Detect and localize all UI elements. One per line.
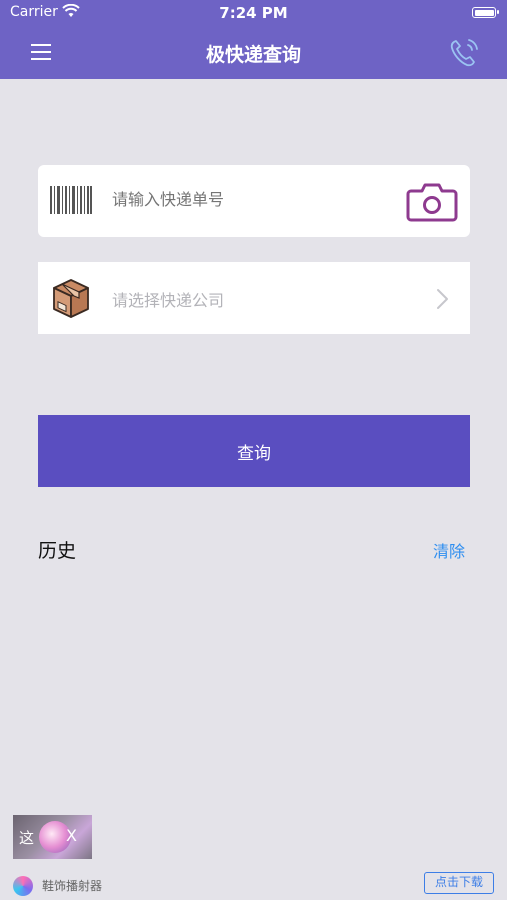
ad-app-logo-icon xyxy=(13,876,33,896)
ad-app-name: 鞋饰播射器 xyxy=(42,879,103,893)
history-title: 历史 xyxy=(38,540,77,562)
ad-close-button[interactable]: X xyxy=(66,826,77,845)
status-bar: Carrier 7:24 PM xyxy=(0,0,507,26)
tracking-number-input[interactable] xyxy=(112,190,392,209)
query-button[interactable]: 查询 xyxy=(38,415,470,487)
camera-icon[interactable] xyxy=(406,181,458,223)
battery-icon xyxy=(472,7,499,18)
courier-company-card[interactable]: 请选择快递公司 xyxy=(38,262,470,334)
package-box-icon xyxy=(53,279,89,318)
ad-download-button[interactable]: 点击下载 xyxy=(424,872,494,894)
status-time: 7:24 PM xyxy=(219,4,288,22)
chevron-right-icon xyxy=(437,289,448,309)
tracking-number-card xyxy=(38,165,470,237)
nav-bar: 极快递查询 xyxy=(0,26,507,79)
barcode-icon xyxy=(50,186,92,214)
clear-history-button[interactable]: 清除 xyxy=(433,538,465,562)
page-title: 极快递查询 xyxy=(205,44,301,66)
ad-thumb-text: 这 xyxy=(19,829,35,847)
phone-icon[interactable] xyxy=(447,36,481,70)
courier-company-placeholder: 请选择快递公司 xyxy=(112,291,225,310)
ad-thumbnail[interactable]: 这 X xyxy=(13,815,92,859)
